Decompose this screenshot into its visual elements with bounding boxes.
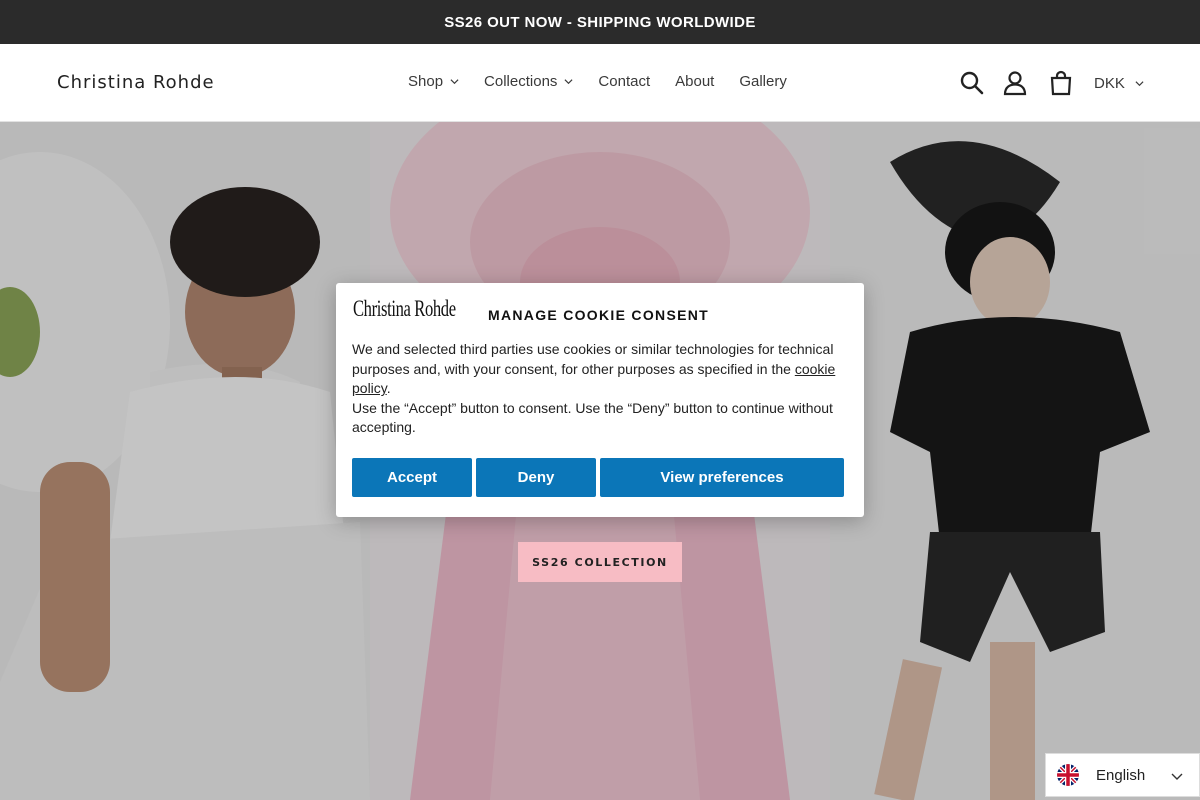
chevron-down-icon — [1171, 773, 1183, 780]
cookie-text-part3: Use the “Accept” button to consent. Use … — [352, 399, 833, 436]
cookie-dialog-logo: Christina Rohde — [353, 296, 456, 321]
announcement-bar: SS26 OUT NOW - SHIPPING WORLDWIDE — [0, 0, 1200, 44]
cookie-text-part2: . — [386, 380, 391, 397]
main-nav: Shop Collections Contact About Gallery — [408, 73, 812, 90]
cookie-text-part1: We and selected third parties use cookie… — [352, 341, 834, 377]
nav-item-gallery[interactable]: Gallery — [739, 73, 787, 90]
nav-item-label: Gallery — [739, 73, 787, 90]
view-preferences-button[interactable]: View preferences — [600, 458, 844, 497]
language-selector[interactable]: English — [1045, 753, 1200, 797]
announcement-text: SS26 OUT NOW - SHIPPING WORLDWIDE — [444, 13, 756, 31]
cart-icon[interactable] — [1048, 70, 1074, 96]
account-icon[interactable] — [1002, 70, 1028, 96]
language-label: English — [1096, 766, 1146, 784]
nav-item-label: Shop — [408, 73, 444, 90]
chevron-down-icon — [1135, 81, 1144, 87]
search-icon[interactable] — [959, 70, 985, 96]
ss26-collection-button[interactable]: SS26 COLLECTION — [518, 542, 682, 582]
nav-item-label: Collections — [484, 73, 558, 90]
chevron-down-icon — [564, 79, 573, 85]
currency-selector[interactable]: DKK — [1094, 75, 1144, 92]
site-logo[interactable]: Christina Rohde — [57, 72, 215, 93]
nav-item-contact[interactable]: Contact — [598, 73, 650, 90]
nav-item-about[interactable]: About — [675, 73, 714, 90]
uk-flag-icon — [1057, 764, 1079, 786]
nav-item-label: About — [675, 73, 715, 90]
cookie-dialog-title: MANAGE COOKIE CONSENT — [488, 307, 709, 323]
accept-button[interactable]: Accept — [352, 458, 472, 497]
nav-item-label: Contact — [598, 73, 651, 90]
currency-label: DKK — [1094, 75, 1125, 92]
site-header: Christina Rohde Shop Collections Contact… — [0, 44, 1200, 122]
deny-button[interactable]: Deny — [476, 458, 596, 497]
cookie-consent-dialog: Christina Rohde MANAGE COOKIE CONSENT We… — [336, 283, 864, 517]
nav-item-shop[interactable]: Shop — [408, 73, 459, 90]
cookie-dialog-text: We and selected third parties use cookie… — [352, 340, 852, 438]
nav-item-collections[interactable]: Collections — [484, 73, 573, 90]
chevron-down-icon — [450, 79, 459, 85]
